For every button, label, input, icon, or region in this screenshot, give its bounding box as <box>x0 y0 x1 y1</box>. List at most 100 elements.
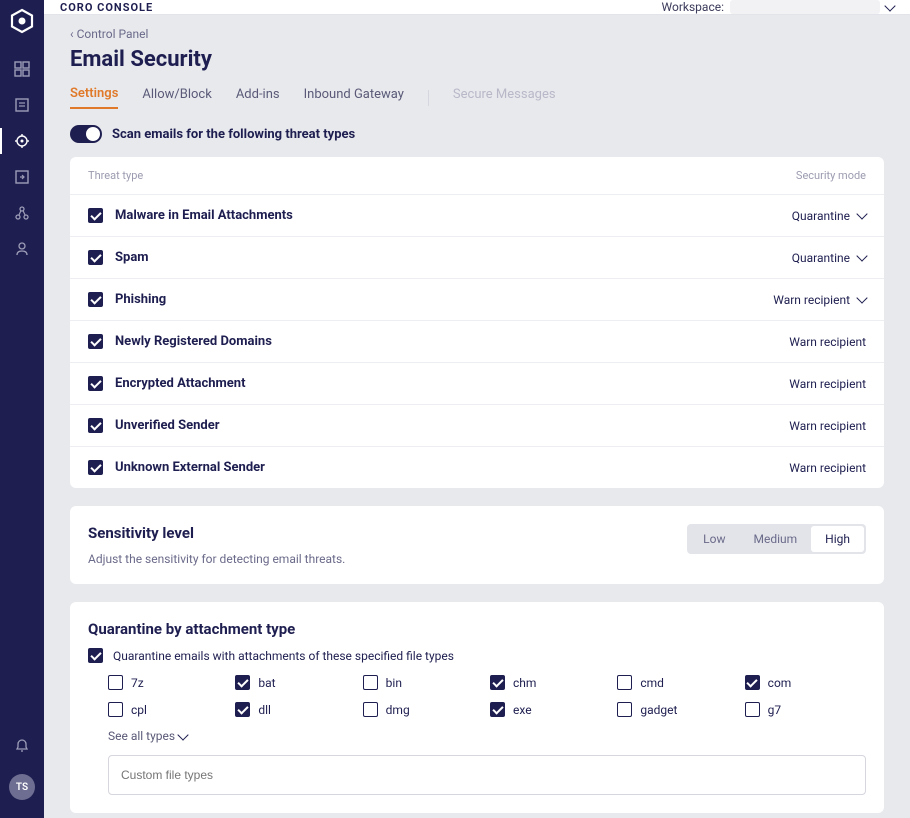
filetype-label: dmg <box>386 703 410 717</box>
col-threat-type: Threat type <box>88 169 143 182</box>
filetype-checkbox[interactable] <box>490 675 505 690</box>
export-icon[interactable] <box>13 168 31 186</box>
sensitivity-segment: LowMediumHigh <box>687 524 866 554</box>
mode-label: Warn recipient <box>789 377 866 391</box>
page-title: Email Security <box>70 47 884 72</box>
quarantine-checkbox[interactable] <box>88 648 103 663</box>
filetype-label: exe <box>513 703 532 717</box>
mode-label: Warn recipient <box>789 419 866 433</box>
workspace-value <box>730 0 880 14</box>
threat-name: Newly Registered Domains <box>115 334 272 349</box>
tab-inbound-gateway[interactable]: Inbound Gateway <box>304 87 404 108</box>
filetype-label: bat <box>258 676 275 690</box>
filetype-grid: 7zbatbinchmcmdcomcpldlldmgexegadgetg7 <box>88 675 866 717</box>
threat-row: Unverified Sender Warn recipient <box>70 404 884 446</box>
filetype-bin: bin <box>363 675 484 690</box>
see-all-types[interactable]: See all types <box>88 729 866 743</box>
filetype-checkbox[interactable] <box>235 702 250 717</box>
tab-separator <box>428 90 429 106</box>
security-mode-dropdown[interactable]: Quarantine <box>792 251 866 265</box>
threat-row: Newly Registered Domains Warn recipient <box>70 320 884 362</box>
filetype-g7: g7 <box>745 702 866 717</box>
tab-allow-block[interactable]: Allow/Block <box>142 87 211 108</box>
filetype-label: cmd <box>640 676 664 690</box>
security-mode-dropdown[interactable]: Warn recipient <box>773 293 866 307</box>
filetype-gadget: gadget <box>617 702 738 717</box>
threat-checkbox[interactable] <box>88 418 103 433</box>
mode-label: Warn recipient <box>789 461 866 475</box>
sensitivity-high[interactable]: High <box>811 526 864 552</box>
quarantine-title: Quarantine by attachment type <box>88 620 866 638</box>
threat-name: Phishing <box>115 292 166 307</box>
scan-toggle[interactable] <box>70 125 102 143</box>
sensitivity-medium[interactable]: Medium <box>740 526 812 552</box>
brand-label: CORO CONSOLE <box>60 1 153 14</box>
filetype-bat: bat <box>235 675 356 690</box>
threat-checkbox[interactable] <box>88 292 103 307</box>
filetype-cpl: cpl <box>108 702 229 717</box>
tab-secure-messages: Secure Messages <box>453 87 556 108</box>
threat-checkbox[interactable] <box>88 208 103 223</box>
filetype-checkbox[interactable] <box>745 702 760 717</box>
dashboard-icon[interactable] <box>13 60 31 78</box>
filetype-label: g7 <box>768 703 781 717</box>
security-mode: Warn recipient <box>789 335 866 349</box>
filetype-checkbox[interactable] <box>617 675 632 690</box>
security-mode: Warn recipient <box>789 461 866 475</box>
tab-settings[interactable]: Settings <box>70 86 118 109</box>
threat-checkbox[interactable] <box>88 460 103 475</box>
security-mode-dropdown[interactable]: Quarantine <box>792 209 866 223</box>
threat-checkbox[interactable] <box>88 376 103 391</box>
threat-name: Encrypted Attachment <box>115 376 245 391</box>
sensitivity-title: Sensitivity level <box>88 524 345 542</box>
filetype-label: com <box>768 676 792 690</box>
avatar[interactable]: TS <box>9 774 35 800</box>
tab-add-ins[interactable]: Add-ins <box>236 87 280 108</box>
user-icon[interactable] <box>13 240 31 258</box>
bell-icon[interactable] <box>13 736 31 754</box>
workspace-selector[interactable]: Workspace: <box>662 0 894 14</box>
filetype-checkbox[interactable] <box>108 702 123 717</box>
threat-row: Encrypted Attachment Warn recipient <box>70 362 884 404</box>
sidebar: TS <box>0 0 44 818</box>
filetype-checkbox[interactable] <box>745 675 760 690</box>
threat-row: Phishing Warn recipient <box>70 278 884 320</box>
threat-checkbox[interactable] <box>88 250 103 265</box>
threat-row: Malware in Email Attachments Quarantine <box>70 194 884 236</box>
breadcrumb[interactable]: ‹ Control Panel <box>70 27 884 41</box>
main: CORO CONSOLE Workspace: ‹ Control Panel … <box>44 0 910 818</box>
threat-table: Threat type Security mode Malware in Ema… <box>70 157 884 488</box>
col-security-mode: Security mode <box>796 169 866 182</box>
filetype-7z: 7z <box>108 675 229 690</box>
filetype-label: gadget <box>640 703 677 717</box>
chevron-down-icon <box>856 292 867 303</box>
filetype-checkbox[interactable] <box>490 702 505 717</box>
workspace-label: Workspace: <box>662 0 724 14</box>
mode-label: Quarantine <box>792 209 850 223</box>
filetype-exe: exe <box>490 702 611 717</box>
list-icon[interactable] <box>13 96 31 114</box>
filetype-label: 7z <box>131 676 144 690</box>
chevron-down-icon <box>856 208 867 219</box>
sensitivity-desc: Adjust the sensitivity for detecting ema… <box>88 552 345 566</box>
threat-checkbox[interactable] <box>88 334 103 349</box>
filetype-checkbox[interactable] <box>617 702 632 717</box>
filetype-cmd: cmd <box>617 675 738 690</box>
quarantine-option-label: Quarantine emails with attachments of th… <box>113 649 454 663</box>
topbar: CORO CONSOLE Workspace: <box>44 0 910 15</box>
chevron-down-icon <box>177 729 188 740</box>
filetype-checkbox[interactable] <box>363 675 378 690</box>
filetype-checkbox[interactable] <box>235 675 250 690</box>
custom-filetypes-input[interactable] <box>108 755 866 795</box>
filetype-chm: chm <box>490 675 611 690</box>
tabs: Settings Allow/Block Add-ins Inbound Gat… <box>70 86 884 109</box>
chevron-down-icon <box>856 250 867 261</box>
filetype-checkbox[interactable] <box>108 675 123 690</box>
filetype-label: cpl <box>131 703 147 717</box>
network-icon[interactable] <box>13 204 31 222</box>
sensitivity-low[interactable]: Low <box>689 526 739 552</box>
filetype-checkbox[interactable] <box>363 702 378 717</box>
mode-label: Warn recipient <box>773 293 850 307</box>
settings-icon[interactable] <box>13 132 31 150</box>
filetype-label: bin <box>386 676 402 690</box>
